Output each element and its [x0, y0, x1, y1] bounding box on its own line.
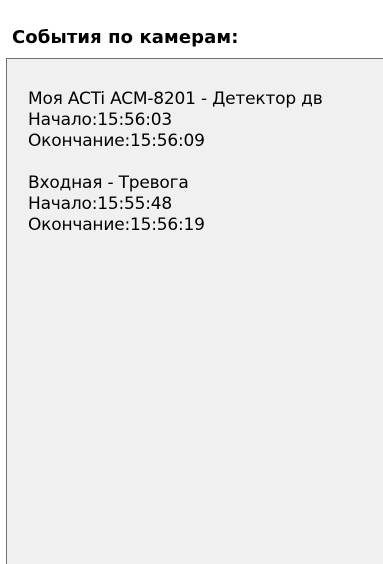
event-item[interactable]: Моя ACTi ACM-8201 - Детектор дв Начало:1… [28, 89, 323, 152]
event-name: Моя ACTi ACM-8201 - Детектор дв [28, 89, 323, 109]
event-start-label: Начало: [28, 110, 98, 130]
event-end-time: 15:56:09 [129, 131, 205, 151]
event-start-time: 15:56:03 [97, 110, 173, 130]
event-start-label: Начало: [28, 194, 98, 214]
event-end-time: 15:56:19 [129, 215, 205, 235]
events-list-box[interactable]: Моя ACTi ACM-8201 - Детектор дв Начало:1… [6, 58, 383, 564]
event-start: Начало:15:56:03 [28, 110, 323, 131]
event-end-label: Окончание: [28, 215, 130, 235]
event-end: Окончание:15:56:19 [28, 215, 323, 236]
event-list: Моя ACTi ACM-8201 - Детектор дв Начало:1… [28, 89, 323, 257]
event-start-time: 15:55:48 [97, 194, 173, 214]
event-end: Окончание:15:56:09 [28, 131, 323, 152]
panel-title: События по камерам: [12, 27, 239, 48]
event-name: Входная - Тревога [28, 173, 189, 193]
event-start: Начало:15:55:48 [28, 194, 323, 215]
event-end-label: Окончание: [28, 131, 130, 151]
event-item[interactable]: Входная - Тревога Начало:15:55:48 Оконча… [28, 173, 323, 236]
camera-events-panel: События по камерам: Моя ACTi ACM-8201 - … [0, 0, 383, 564]
